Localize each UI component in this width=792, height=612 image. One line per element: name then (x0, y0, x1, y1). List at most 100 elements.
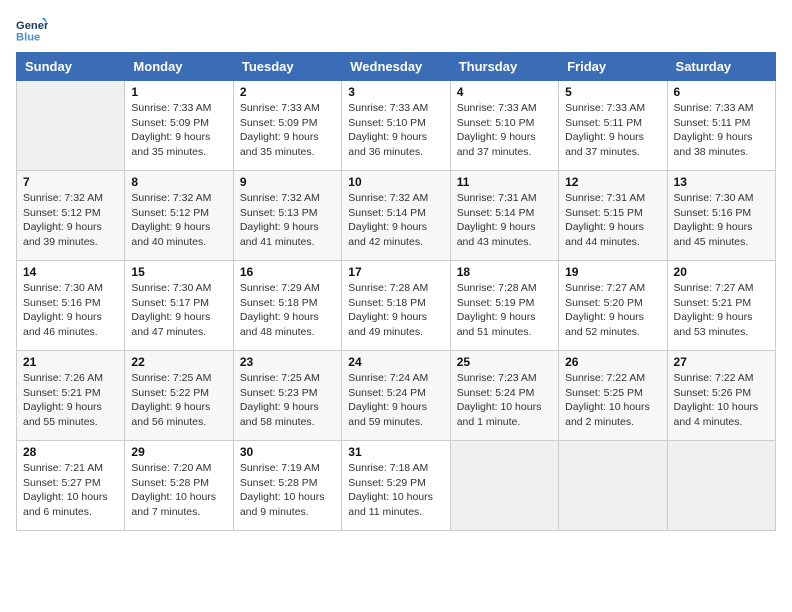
day-number: 15 (131, 265, 226, 279)
calendar-cell: 14 Sunrise: 7:30 AMSunset: 5:16 PMDayligh… (17, 261, 125, 351)
day-info: Sunrise: 7:31 AMSunset: 5:15 PMDaylight:… (565, 191, 660, 250)
calendar-cell: 20 Sunrise: 7:27 AMSunset: 5:21 PMDayligh… (667, 261, 775, 351)
calendar-cell (559, 441, 667, 531)
calendar-cell: 6 Sunrise: 7:33 AMSunset: 5:11 PMDaylight… (667, 81, 775, 171)
calendar-header-row: Sunday Monday Tuesday Wednesday Thursday… (17, 53, 776, 81)
day-number: 20 (674, 265, 769, 279)
calendar-cell: 28Sunrise: 7:21 AMSunset: 5:27 PMDayligh… (17, 441, 125, 531)
day-number: 5 (565, 85, 660, 99)
day-number: 25 (457, 355, 552, 369)
calendar-cell: 29 Sunrise: 7:20 AMSunset: 5:28 PMDayligh… (125, 441, 233, 531)
day-info: Sunrise: 7:25 AMSunset: 5:23 PMDaylight:… (240, 371, 335, 430)
day-info: Sunrise: 7:32 AMSunset: 5:12 PMDaylight:… (131, 191, 226, 250)
day-info: Sunrise: 7:27 AMSunset: 5:20 PMDaylight:… (565, 281, 660, 340)
day-number: 7 (23, 175, 118, 189)
calendar-cell: 3Sunrise: 7:33 AMSunset: 5:10 PMDaylight… (342, 81, 450, 171)
day-number: 22 (131, 355, 226, 369)
calendar-cell: 9 Sunrise: 7:32 AMSunset: 5:13 PMDaylight… (233, 171, 341, 261)
day-number: 2 (240, 85, 335, 99)
svg-text:General: General (16, 20, 48, 32)
day-info: Sunrise: 7:22 AMSunset: 5:25 PMDaylight:… (565, 371, 660, 430)
calendar-cell: 15 Sunrise: 7:30 AMSunset: 5:17 PMDayligh… (125, 261, 233, 351)
calendar-cell: 23 Sunrise: 7:25 AMSunset: 5:23 PMDayligh… (233, 351, 341, 441)
day-number: 11 (457, 175, 552, 189)
day-info: Sunrise: 7:30 AMSunset: 5:16 PMDaylight:… (674, 191, 769, 250)
calendar-cell: 2 Sunrise: 7:33 AMSunset: 5:09 PMDaylight… (233, 81, 341, 171)
day-number: 6 (674, 85, 769, 99)
svg-text:Blue: Blue (16, 31, 40, 43)
calendar-week-row: 28Sunrise: 7:21 AMSunset: 5:27 PMDayligh… (17, 441, 776, 531)
day-info: Sunrise: 7:30 AMSunset: 5:17 PMDaylight:… (131, 281, 226, 340)
col-friday: Friday (559, 53, 667, 81)
calendar-cell (17, 81, 125, 171)
day-info: Sunrise: 7:28 AMSunset: 5:19 PMDaylight:… (457, 281, 552, 340)
day-number: 9 (240, 175, 335, 189)
day-number: 14 (23, 265, 118, 279)
calendar-cell: 5 Sunrise: 7:33 AMSunset: 5:11 PMDaylight… (559, 81, 667, 171)
day-number: 21 (23, 355, 118, 369)
day-info: Sunrise: 7:33 AMSunset: 5:11 PMDaylight:… (565, 101, 660, 160)
day-number: 26 (565, 355, 660, 369)
col-saturday: Saturday (667, 53, 775, 81)
day-number: 16 (240, 265, 335, 279)
day-info: Sunrise: 7:33 AMSunset: 5:09 PMDaylight:… (131, 101, 226, 160)
calendar-cell: 31 Sunrise: 7:18 AMSunset: 5:29 PMDayligh… (342, 441, 450, 531)
calendar-cell: 13Sunrise: 7:30 AMSunset: 5:16 PMDayligh… (667, 171, 775, 261)
day-info: Sunrise: 7:32 AMSunset: 5:13 PMDaylight:… (240, 191, 335, 250)
calendar-week-row: 1Sunrise: 7:33 AMSunset: 5:09 PMDaylight… (17, 81, 776, 171)
calendar-cell: 18 Sunrise: 7:28 AMSunset: 5:19 PMDayligh… (450, 261, 558, 351)
day-info: Sunrise: 7:18 AMSunset: 5:29 PMDaylight:… (348, 461, 443, 520)
day-number: 28 (23, 445, 118, 459)
day-number: 31 (348, 445, 443, 459)
day-info: Sunrise: 7:20 AMSunset: 5:28 PMDaylight:… (131, 461, 226, 520)
day-number: 17 (348, 265, 443, 279)
logo: General Blue (16, 16, 56, 44)
day-info: Sunrise: 7:28 AMSunset: 5:18 PMDaylight:… (348, 281, 443, 340)
day-number: 10 (348, 175, 443, 189)
calendar-week-row: 14 Sunrise: 7:30 AMSunset: 5:16 PMDayligh… (17, 261, 776, 351)
calendar-cell: 16 Sunrise: 7:29 AMSunset: 5:18 PMDayligh… (233, 261, 341, 351)
day-info: Sunrise: 7:24 AMSunset: 5:24 PMDaylight:… (348, 371, 443, 430)
day-number: 23 (240, 355, 335, 369)
calendar-cell: 30Sunrise: 7:19 AMSunset: 5:28 PMDayligh… (233, 441, 341, 531)
day-number: 27 (674, 355, 769, 369)
calendar-cell: 12Sunrise: 7:31 AMSunset: 5:15 PMDayligh… (559, 171, 667, 261)
calendar-cell (450, 441, 558, 531)
day-info: Sunrise: 7:19 AMSunset: 5:28 PMDaylight:… (240, 461, 335, 520)
day-info: Sunrise: 7:32 AMSunset: 5:14 PMDaylight:… (348, 191, 443, 250)
day-info: Sunrise: 7:29 AMSunset: 5:18 PMDaylight:… (240, 281, 335, 340)
day-info: Sunrise: 7:23 AMSunset: 5:24 PMDaylight:… (457, 371, 552, 430)
calendar-cell: 25 Sunrise: 7:23 AMSunset: 5:24 PMDayligh… (450, 351, 558, 441)
logo-icon: General Blue (16, 16, 48, 44)
day-info: Sunrise: 7:26 AMSunset: 5:21 PMDaylight:… (23, 371, 118, 430)
calendar-cell: 22 Sunrise: 7:25 AMSunset: 5:22 PMDayligh… (125, 351, 233, 441)
day-info: Sunrise: 7:33 AMSunset: 5:10 PMDaylight:… (457, 101, 552, 160)
day-info: Sunrise: 7:31 AMSunset: 5:14 PMDaylight:… (457, 191, 552, 250)
day-number: 4 (457, 85, 552, 99)
day-number: 3 (348, 85, 443, 99)
col-tuesday: Tuesday (233, 53, 341, 81)
day-number: 18 (457, 265, 552, 279)
day-number: 8 (131, 175, 226, 189)
day-info: Sunrise: 7:33 AMSunset: 5:09 PMDaylight:… (240, 101, 335, 160)
day-info: Sunrise: 7:30 AMSunset: 5:16 PMDaylight:… (23, 281, 118, 340)
day-info: Sunrise: 7:22 AMSunset: 5:26 PMDaylight:… (674, 371, 769, 430)
calendar-cell: 1Sunrise: 7:33 AMSunset: 5:09 PMDaylight… (125, 81, 233, 171)
page-header: General Blue (16, 16, 776, 44)
calendar-cell: 11 Sunrise: 7:31 AMSunset: 5:14 PMDayligh… (450, 171, 558, 261)
day-number: 19 (565, 265, 660, 279)
calendar-cell: 17 Sunrise: 7:28 AMSunset: 5:18 PMDayligh… (342, 261, 450, 351)
day-info: Sunrise: 7:27 AMSunset: 5:21 PMDaylight:… (674, 281, 769, 340)
day-info: Sunrise: 7:32 AMSunset: 5:12 PMDaylight:… (23, 191, 118, 250)
calendar-cell: 21 Sunrise: 7:26 AMSunset: 5:21 PMDayligh… (17, 351, 125, 441)
day-info: Sunrise: 7:33 AMSunset: 5:11 PMDaylight:… (674, 101, 769, 160)
calendar-cell: 8 Sunrise: 7:32 AMSunset: 5:12 PMDaylight… (125, 171, 233, 261)
calendar-week-row: 7 Sunrise: 7:32 AMSunset: 5:12 PMDaylight… (17, 171, 776, 261)
calendar-cell: 7 Sunrise: 7:32 AMSunset: 5:12 PMDaylight… (17, 171, 125, 261)
day-number: 29 (131, 445, 226, 459)
day-info: Sunrise: 7:25 AMSunset: 5:22 PMDaylight:… (131, 371, 226, 430)
calendar-cell (667, 441, 775, 531)
col-monday: Monday (125, 53, 233, 81)
calendar-cell: 19 Sunrise: 7:27 AMSunset: 5:20 PMDayligh… (559, 261, 667, 351)
day-number: 24 (348, 355, 443, 369)
